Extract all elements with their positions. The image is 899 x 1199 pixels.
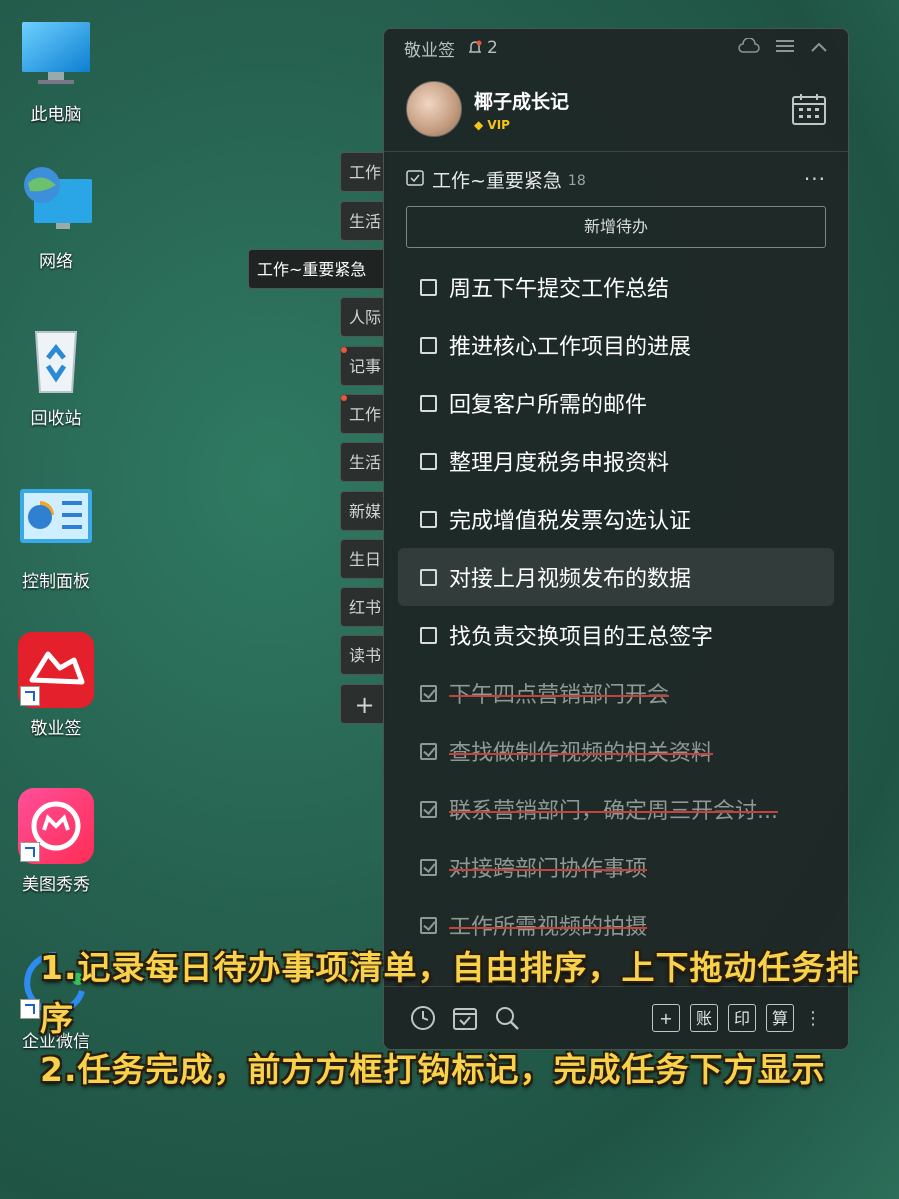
task-item[interactable]: 回复客户所需的邮件 — [398, 374, 834, 432]
task-checkbox-checked[interactable] — [420, 916, 437, 934]
list-header: 工作~重要紧急 18 ··· — [384, 152, 848, 206]
task-text: 回复客户所需的邮件 — [449, 393, 648, 418]
task-item-done[interactable]: 下午四点营销部门开会 — [398, 664, 834, 722]
desktop-icon-label: 回收站 — [30, 409, 82, 429]
shortcut-arrow-icon — [20, 686, 40, 706]
meitu-app-icon — [18, 788, 94, 864]
task-text: 工作所需视频的拍摄 — [449, 915, 648, 940]
desktop-icon-label: 美图秀秀 — [22, 875, 90, 895]
task-checkbox[interactable] — [420, 278, 437, 296]
task-checkbox-checked[interactable] — [420, 742, 437, 760]
side-tab[interactable]: 记事 — [340, 346, 388, 386]
side-tab[interactable]: 读书 — [340, 635, 388, 675]
widget-topbar: 敬业签 2 — [384, 29, 848, 67]
control-panel-icon — [18, 485, 94, 561]
cloud-sync-icon[interactable] — [738, 36, 760, 59]
task-text: 联系营销部门，确定周三开会讨... — [449, 799, 778, 824]
task-checkbox-checked[interactable] — [420, 858, 437, 876]
jingyeqian-app-icon — [18, 632, 94, 708]
task-text: 完成增值税发票勾选认证 — [449, 509, 692, 534]
desktop-icon-label: 敬业签 — [30, 719, 82, 739]
notification-count: 2 — [487, 38, 498, 58]
task-text: 推进核心工作项目的进展 — [449, 335, 692, 360]
task-checkbox[interactable] — [420, 452, 437, 470]
task-checkbox[interactable] — [420, 626, 437, 644]
checklist-icon — [406, 168, 424, 191]
task-text: 对接上月视频发布的数据 — [449, 567, 692, 592]
computer-icon — [18, 18, 94, 94]
recycle-bin-icon — [18, 322, 94, 398]
menu-icon[interactable] — [776, 38, 794, 58]
side-tab[interactable]: 生日 — [340, 539, 388, 579]
side-tab[interactable]: 工作 — [340, 152, 388, 192]
task-checkbox[interactable] — [420, 336, 437, 354]
calendar-icon[interactable] — [792, 93, 826, 125]
task-item-done[interactable]: 对接跨部门协作事项 — [398, 838, 834, 896]
add-tab-button[interactable]: + — [340, 684, 388, 724]
desktop-icon-control-panel[interactable]: 控制面板 — [8, 485, 104, 592]
caption-line-1: 1.记录每日待办事项清单，自由排序，上下拖动任务排序 — [40, 948, 860, 1038]
task-text: 查找做制作视频的相关资料 — [449, 741, 714, 766]
task-item[interactable]: 整理月度税务申报资料 — [398, 432, 834, 490]
list-title: 工作~重要紧急 — [432, 169, 562, 192]
desktop-icon-jingyeqian[interactable]: 敬业签 — [8, 632, 104, 739]
task-item[interactable]: 完成增值税发票勾选认证 — [398, 490, 834, 548]
avatar[interactable] — [406, 81, 462, 137]
shortcut-arrow-icon — [20, 842, 40, 862]
desktop-icon-meitu[interactable]: 美图秀秀 — [8, 788, 104, 895]
collapse-icon[interactable] — [810, 38, 828, 58]
list-count: 18 — [567, 173, 586, 189]
task-item[interactable]: 找负责交换项目的王总签字 — [398, 606, 834, 664]
desktop-icon-recycle-bin[interactable]: 回收站 — [8, 322, 104, 429]
desktop-icon-label: 网络 — [39, 252, 73, 272]
task-text: 对接跨部门协作事项 — [449, 857, 648, 882]
task-item[interactable]: 推进核心工作项目的进展 — [398, 316, 834, 374]
task-item-done[interactable]: 查找做制作视频的相关资料 — [398, 722, 834, 780]
side-tab[interactable]: 人际 — [340, 297, 388, 337]
caption-overlay: 1.记录每日待办事项清单，自由排序，上下拖动任务排序 2.任务完成，前方方框打钩… — [40, 942, 860, 1095]
task-item-highlighted[interactable]: 对接上月视频发布的数据 — [398, 548, 834, 606]
task-checkbox[interactable] — [420, 568, 437, 586]
side-tab[interactable]: 生活 — [340, 442, 388, 482]
task-checkbox[interactable] — [420, 394, 437, 412]
task-text: 找负责交换项目的王总签字 — [449, 625, 714, 650]
vip-badge: ◆ VIP — [474, 117, 510, 132]
more-options-icon[interactable]: ··· — [804, 167, 826, 191]
side-tab[interactable]: 生活 — [340, 201, 388, 241]
task-text: 下午四点营销部门开会 — [449, 683, 670, 708]
side-tab-active[interactable]: 工作~重要紧急 — [248, 249, 388, 289]
task-checkbox-checked[interactable] — [420, 684, 437, 702]
todo-widget: 敬业签 2 椰子成长记 ◆ VIP 工作~重要紧急 18 ··· 新增待办 周五… — [383, 28, 849, 1050]
task-item[interactable]: 周五下午提交工作总结 — [398, 258, 834, 316]
task-checkbox[interactable] — [420, 510, 437, 528]
desktop-icon-label: 此电脑 — [30, 105, 82, 125]
side-tab[interactable]: 红书 — [340, 587, 388, 627]
task-text: 整理月度税务申报资料 — [449, 451, 670, 476]
desktop-icon-network[interactable]: 网络 — [8, 165, 104, 272]
app-name: 敬业签 — [404, 40, 455, 61]
bell-icon[interactable] — [467, 40, 483, 56]
caption-line-2: 2.任务完成，前方方框打钩标记，完成任务下方显示 — [40, 1050, 826, 1089]
add-todo-button[interactable]: 新增待办 — [406, 206, 826, 248]
task-checkbox-checked[interactable] — [420, 800, 437, 818]
vip-label: VIP — [487, 117, 510, 132]
desktop-icon-this-pc[interactable]: 此电脑 — [8, 18, 104, 125]
task-text: 周五下午提交工作总结 — [449, 277, 670, 302]
side-tab[interactable]: 工作 — [340, 394, 388, 434]
task-list: 周五下午提交工作总结 推进核心工作项目的进展 回复客户所需的邮件 整理月度税务申… — [384, 258, 848, 954]
side-tab[interactable]: 新媒 — [340, 491, 388, 531]
profile-name: 椰子成长记 — [474, 90, 570, 113]
network-icon — [18, 165, 94, 241]
shortcut-arrow-icon — [20, 999, 40, 1019]
profile-section: 椰子成长记 ◆ VIP — [384, 67, 848, 152]
task-item-done[interactable]: 联系营销部门，确定周三开会讨... — [398, 780, 834, 838]
desktop-icon-label: 控制面板 — [22, 572, 90, 592]
